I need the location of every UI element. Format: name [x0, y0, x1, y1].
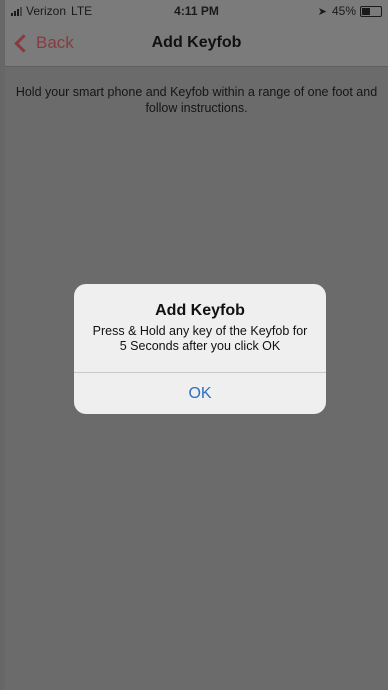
alert-dialog: Add Keyfob Press & Hold any key of the K… — [74, 284, 326, 414]
status-bar: Verizon LTE 4:11 PM ➤ 45% — [5, 0, 388, 22]
alert-message-line-2: 5 Seconds after you click OK — [119, 339, 281, 353]
navigation-bar: Back Add Keyfob — [5, 22, 388, 67]
instructions-line-1: Hold your smart phone and Keyfob within … — [15, 85, 378, 99]
battery-percent: 45% — [331, 4, 356, 18]
alert-title: Add Keyfob — [155, 302, 245, 319]
battery-icon — [360, 5, 382, 17]
ok-button[interactable]: OK — [74, 373, 326, 414]
alert-message: Press & Hold any key of the Keyfob for 5… — [74, 324, 326, 354]
status-right: ➤ 45% — [318, 4, 382, 18]
instructions-line-2: follow instructions. — [145, 101, 248, 115]
location-arrow-icon: ➤ — [317, 5, 327, 18]
page-title: Add Keyfob — [151, 34, 242, 51]
phone-screen: Verizon LTE 4:11 PM ➤ 45% Back Add Keyfo… — [5, 0, 388, 690]
battery-fill — [362, 7, 370, 15]
alert-message-line-1: Press & Hold any key of the Keyfob for — [92, 324, 308, 338]
instructions-text: Hold your smart phone and Keyfob within … — [5, 84, 388, 116]
